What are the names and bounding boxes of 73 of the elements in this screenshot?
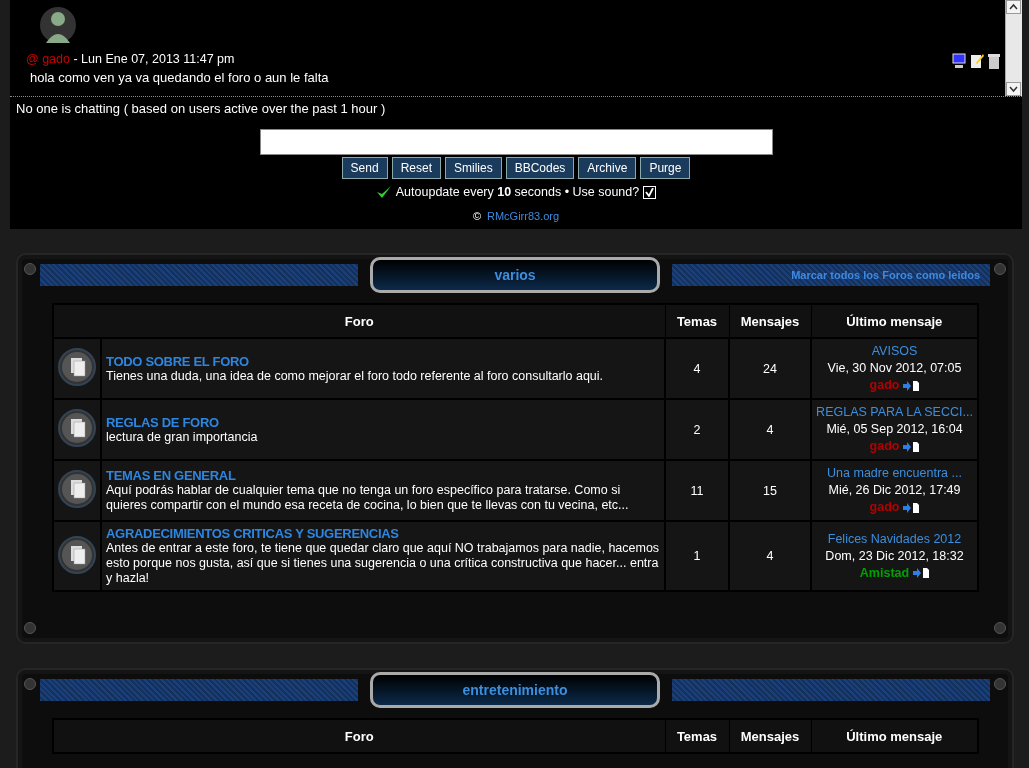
forum-title-link[interactable]: TODO SOBRE EL FORO [106, 353, 249, 369]
forum-description: lectura de gran importancia [106, 429, 259, 445]
chat-button[interactable]: Reset [391, 157, 441, 179]
rivet-icon [24, 678, 36, 690]
chat-button[interactable]: Send [341, 157, 388, 179]
copyright-symbol: © [472, 210, 481, 222]
posts-count: 15 [729, 460, 811, 521]
credit-link[interactable]: RMcGirr83.org [487, 210, 560, 222]
column-header: Mensajes [729, 719, 811, 753]
avatar-icon [38, 5, 78, 45]
column-header: Último mensaje [811, 304, 978, 338]
chat-message-text: hola como ven ya va quedando el foro o aun le falta [30, 70, 330, 85]
forum-description: Tienes una duda, una idea de como mejorar el foro todo referente al foro consultarlo aqui. [106, 368, 605, 384]
posts-count: 4 [729, 399, 811, 460]
go-to-post-icon[interactable] [903, 502, 920, 513]
forum-icon [58, 535, 96, 574]
forum-title-link[interactable]: REGLAS DE FORO [106, 414, 219, 430]
checkmark-icon [375, 185, 392, 199]
forum-title-link[interactable]: AGRADECIMIENTOS CRITICAS Y SUGERENCIAS [106, 526, 399, 541]
column-header: Temas [665, 719, 729, 753]
last-post-date: Vie, 30 Nov 2012, 07:05 [826, 360, 963, 377]
column-header: Último mensaje [811, 719, 978, 753]
go-to-post-icon[interactable] [903, 441, 920, 452]
computer-icon[interactable] [952, 53, 966, 69]
scroll-up-icon[interactable] [1006, 0, 1021, 14]
chat-button[interactable]: BBCodes [505, 157, 575, 179]
message-meta: - Lun Ene 07, 2013 11:47 pm [72, 52, 235, 66]
rivet-icon [24, 622, 36, 634]
last-post-title-link[interactable]: Una madre encuentra ... [827, 466, 962, 480]
last-post-title-link[interactable]: Felices Navidades 2012 [827, 531, 962, 546]
chat-button[interactable]: Purge [640, 157, 691, 179]
chat-button[interactable]: Archive [578, 157, 637, 179]
topics-count: 1 [665, 521, 729, 591]
category-title[interactable]: entretenimiento [370, 672, 660, 708]
edit-icon[interactable] [970, 53, 984, 69]
go-to-post-icon[interactable] [903, 380, 920, 391]
mark-read-link[interactable]: Marcar todos los Foros como leidos [791, 269, 980, 281]
column-header: Foro [53, 304, 665, 338]
last-post-date: Mié, 05 Sep 2012, 16:04 [825, 421, 964, 438]
forum-icon [58, 348, 96, 386]
last-post-date: Mié, 26 Dic 2012, 17:49 [827, 482, 962, 499]
last-post-title-link[interactable]: REGLAS PARA LA SECCI... [816, 405, 973, 419]
posts-count: 24 [729, 338, 811, 399]
go-to-post-icon[interactable] [913, 568, 930, 578]
forum-icon [58, 470, 96, 508]
column-header: Temas [665, 304, 729, 338]
last-post-author-link[interactable]: Amistad [859, 564, 910, 582]
forum-description: Antes de entrar a este foro, te tiene que quedar claro que aquí NO trabajamos para nadie, hacemos esto porque nos gusta, así que si tienes una sugerencia o una crítica constructiva que hacer... entra y hazla! [106, 541, 660, 586]
column-header: Foro [53, 719, 665, 753]
posts-count: 4 [729, 521, 811, 591]
chat-button[interactable]: Smilies [445, 157, 502, 179]
last-post-date: Dom, 23 Dic 2012, 18:32 [824, 547, 965, 565]
topics-count: 2 [665, 399, 729, 460]
chat-status: No one is chatting ( based on users active over the past 1 hour ) [15, 100, 387, 118]
rivet-icon [994, 678, 1006, 690]
rivet-icon [994, 622, 1006, 634]
category-title[interactable]: varios [370, 257, 660, 293]
topics-count: 4 [665, 338, 729, 399]
forum-description: Aquí podrás hablar de cualquier tema que no tenga un foro específico para tratarse. Como si quieres compartir con el mundo esa receta de cocina, lo bien que te llevas con tu vecina, etc... [106, 483, 630, 513]
column-header: Mensajes [729, 304, 811, 338]
rivet-icon [994, 263, 1006, 275]
last-post-title-link[interactable]: AVISOS [871, 344, 918, 358]
forum-icon [58, 409, 96, 447]
message-author[interactable]: @ gado [26, 52, 70, 66]
topics-count: 11 [665, 460, 729, 521]
rivet-icon [24, 263, 36, 275]
scrollbar[interactable] [1005, 0, 1022, 96]
autoupdate-text: Autoupdate every 10 seconds • Use sound? [395, 185, 640, 199]
forum-title-link[interactable]: TEMAS EN GENERAL [106, 468, 236, 483]
scroll-down-icon[interactable] [1006, 82, 1021, 96]
message-input-field[interactable] [259, 129, 773, 155]
sound-checkbox[interactable] [643, 185, 657, 199]
trash-icon[interactable] [988, 53, 1000, 69]
